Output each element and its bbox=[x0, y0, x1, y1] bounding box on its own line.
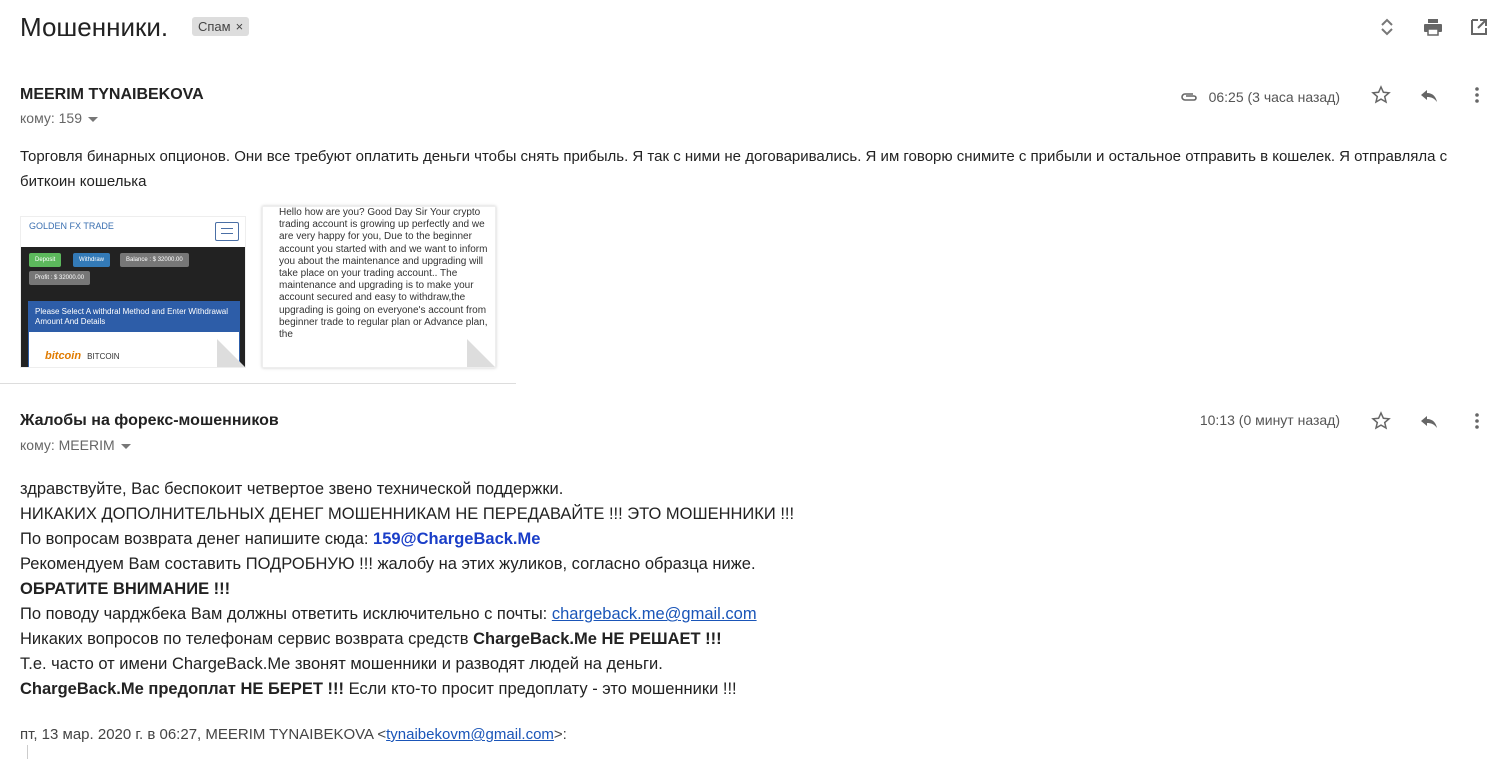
message2-to-text: кому: MEERIM bbox=[20, 437, 115, 453]
body-line: здравствуйте, Вас беспокоит четвертое зв… bbox=[20, 480, 564, 498]
quote-suffix: >: bbox=[553, 726, 567, 743]
remove-label-icon[interactable]: × bbox=[236, 19, 244, 34]
message2-meta: 10:13 (0 минут назад) bbox=[1200, 412, 1340, 428]
body-line: Никаких вопросов по телефонам сервис воз… bbox=[20, 627, 794, 652]
message1-to-text: кому: 159 bbox=[20, 110, 82, 126]
body-line: ОБРАТИТЕ ВНИМАНИЕ !!! bbox=[20, 577, 794, 602]
attachment-thumbnail-message-text[interactable]: Hello how are you? Good Day Sir Your cry… bbox=[262, 206, 496, 368]
page-fold-corner bbox=[217, 339, 245, 367]
expand-collapse-icon[interactable] bbox=[1376, 16, 1398, 38]
thumb-bitcoin-option: bitcoin BITCOIN bbox=[39, 342, 229, 367]
body-line: Рекомендуем Вам составить ПОДРОБНУЮ !!! … bbox=[20, 555, 756, 573]
thumb-deposit-button: Deposit bbox=[29, 253, 62, 267]
body-line: По поводу чарджбека Вам должны ответить … bbox=[20, 602, 794, 627]
more-vert-icon[interactable] bbox=[1466, 84, 1488, 106]
chargeback-email-link[interactable]: chargeback.me@gmail.com bbox=[552, 605, 757, 623]
thread-subject: Мошенники. bbox=[20, 12, 169, 42]
message2-sender[interactable]: Жалобы на форекс-мошенников bbox=[20, 412, 279, 430]
thumb-panel-heading: Please Select A withdral Method and Ente… bbox=[29, 302, 239, 332]
thumb-profit-badge: Profit : $ 32000.00 bbox=[29, 271, 91, 285]
spam-label-chip[interactable]: Спам × bbox=[192, 17, 250, 36]
body-bold-text: ChargeBack.Me предоплат НЕ БЕРЕТ !!! bbox=[20, 680, 344, 698]
more-vert-icon[interactable] bbox=[1466, 410, 1488, 432]
body-text: Если кто-то просит предоплату - это моше… bbox=[343, 680, 737, 698]
message2-body: здравствуйте, Вас беспокоит четвертое зв… bbox=[20, 477, 794, 702]
message1-body: Торговля бинарных опционов. Они все треб… bbox=[20, 148, 1448, 190]
hamburger-menu-icon bbox=[215, 222, 239, 241]
body-text: Никаких вопросов по телефонам сервис воз… bbox=[20, 630, 474, 648]
show-details-chevron-icon[interactable] bbox=[120, 443, 131, 449]
quoted-header: пт, 13 мар. 2020 г. в 06:27, MEERIM TYNA… bbox=[20, 726, 567, 743]
support-email-link[interactable]: 159@ChargeBack.Me bbox=[373, 530, 540, 548]
body-line: ChargeBack.Me предоплат НЕ БЕРЕТ !!! Есл… bbox=[20, 677, 794, 702]
show-details-chevron-icon[interactable] bbox=[88, 116, 98, 122]
print-icon[interactable] bbox=[1422, 16, 1444, 38]
message-divider bbox=[0, 383, 516, 384]
quote-bar bbox=[27, 745, 28, 759]
body-line: НИКАКИХ ДОПОЛНИТЕЛЬНЫХ ДЕНЕГ МОШЕННИКАМ … bbox=[20, 505, 795, 523]
body-bold-text: ChargeBack.Me НЕ РЕШАЕТ !!! bbox=[473, 630, 722, 648]
spam-label-text: Спам bbox=[198, 19, 231, 34]
quote-prefix: пт, 13 мар. 2020 г. в 06:27, MEERIM TYNA… bbox=[20, 726, 387, 743]
reply-icon[interactable] bbox=[1418, 410, 1440, 432]
thumb-balance-badge: Balance : $ 32000.00 bbox=[120, 253, 189, 267]
reply-icon[interactable] bbox=[1418, 84, 1440, 106]
attention-heading: ОБРАТИТЕ ВНИМАНИЕ !!! bbox=[20, 580, 231, 598]
body-line: Т.е. часто от имени ChargeBack.Me звонят… bbox=[20, 655, 663, 673]
bitcoin-option-label: BITCOIN bbox=[87, 352, 120, 361]
message1-actions bbox=[1370, 84, 1488, 106]
message2-time: 10:13 (0 минут назад) bbox=[1199, 412, 1340, 428]
bitcoin-logo-text: bitcoin bbox=[45, 350, 82, 362]
attachment-paperclip-icon bbox=[1177, 86, 1199, 108]
quoted-sender-email-link[interactable]: tynaibekovm@gmail.com bbox=[386, 726, 554, 743]
message1-recipients[interactable]: кому: 159 bbox=[20, 110, 98, 126]
thumb-withdraw-button: Withdraw bbox=[73, 253, 111, 267]
message1-time: 06:25 (3 часа назад) bbox=[1208, 89, 1340, 105]
attachment-thumbnail-withdraw-screenshot[interactable]: GOLDEN FX TRADE Deposit Withdraw Balance… bbox=[20, 216, 246, 368]
message1-sender[interactable]: MEERIM TYNAIBEKOVA bbox=[20, 86, 204, 104]
message1-meta: 06:25 (3 часа назад) bbox=[1177, 86, 1340, 108]
star-icon[interactable] bbox=[1370, 410, 1392, 432]
thumb-site-title: GOLDEN FX TRADE bbox=[29, 221, 114, 231]
star-icon[interactable] bbox=[1370, 84, 1392, 106]
thumb-withdraw-panel: Please Select A withdral Method and Ente… bbox=[28, 301, 240, 367]
body-text: По вопросам возврата денег напишите сюда… bbox=[20, 530, 374, 548]
page-fold-corner bbox=[467, 339, 495, 367]
thread-toolbar bbox=[1376, 16, 1490, 38]
thumb-message-text: Hello how are you? Good Day Sir Your cry… bbox=[279, 207, 488, 341]
body-line: По вопросам возврата денег напишите сюда… bbox=[20, 527, 794, 552]
message2-actions bbox=[1370, 410, 1488, 432]
open-new-window-icon[interactable] bbox=[1468, 16, 1490, 38]
body-text: По поводу чарджбека Вам должны ответить … bbox=[20, 605, 552, 623]
thumb-site-header: GOLDEN FX TRADE bbox=[21, 217, 245, 247]
message2-recipients[interactable]: кому: MEERIM bbox=[20, 437, 131, 453]
